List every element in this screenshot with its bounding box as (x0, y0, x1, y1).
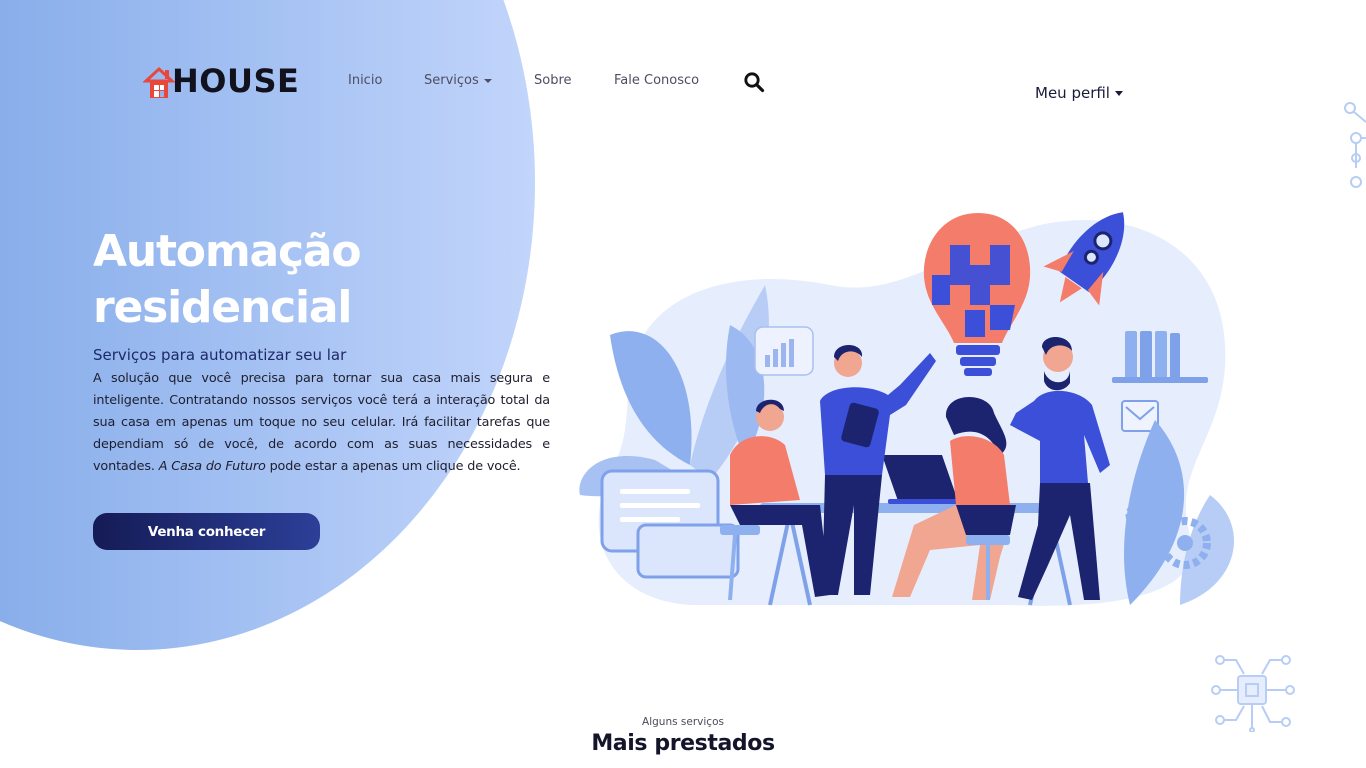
brand-logo[interactable]: HOUSE (142, 58, 300, 104)
brand-name: HOUSE (172, 62, 300, 100)
hero-title-line-1: Automação (93, 226, 362, 277)
nav-item-fale-conosco[interactable]: Fale Conosco (614, 73, 699, 88)
page: HOUSE Inicio Serviços Sobre Fale Conosco… (0, 0, 1366, 768)
team-teamwork-illustration (570, 205, 1260, 625)
hero-description: A solução que você precisa para tornar s… (93, 368, 550, 478)
search-icon[interactable] (743, 71, 765, 93)
hero-title-line-2: residencial (93, 282, 352, 333)
nav-item-inicio[interactable]: Inicio (348, 73, 382, 88)
profile-menu[interactable]: Meu perfil (1035, 84, 1123, 102)
chevron-down-icon (483, 78, 492, 83)
nav-item-servicos-label: Serviços (424, 73, 479, 88)
house-logo-icon (142, 61, 176, 101)
hero-description-highlight: A Casa do Futuro (158, 459, 266, 474)
hero-description-tail: pode estar a apenas um clique de você. (269, 459, 521, 474)
chevron-down-icon (1114, 91, 1123, 96)
hero-title: Automação residencial (93, 224, 553, 336)
hero-subtitle: Serviços para automatizar seu lar (93, 346, 347, 364)
navbar: HOUSE Inicio Serviços Sobre Fale Conosco… (0, 0, 1366, 160)
services-kicker: Alguns serviços (642, 716, 724, 728)
circuit-board-icon (1336, 98, 1366, 194)
nav-item-servicos[interactable]: Serviços (424, 73, 492, 88)
profile-menu-label: Meu perfil (1035, 84, 1110, 102)
nav-item-sobre[interactable]: Sobre (534, 73, 572, 88)
services-title: Mais prestados (591, 731, 775, 756)
cta-button[interactable]: Venha conhecer (93, 513, 320, 550)
